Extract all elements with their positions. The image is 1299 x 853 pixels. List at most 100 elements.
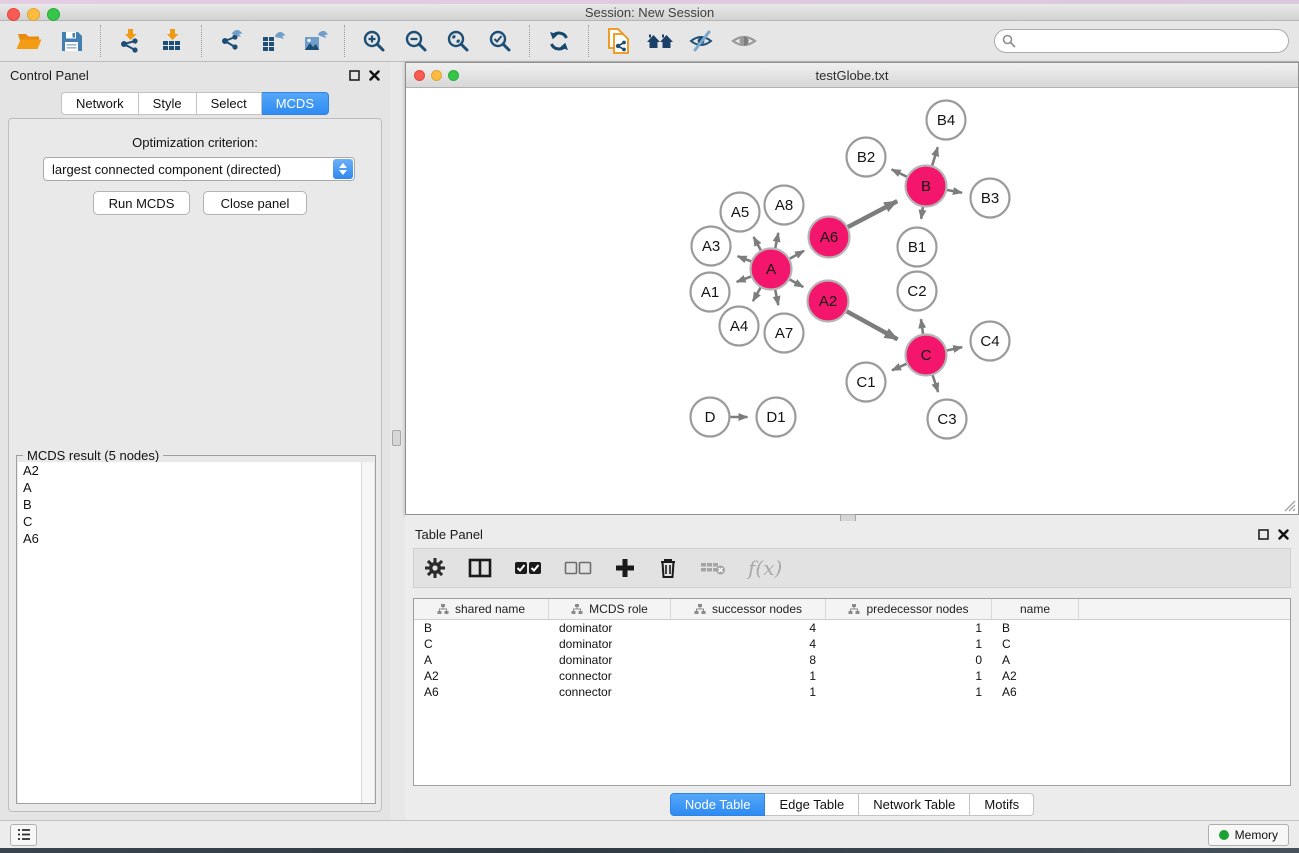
graph-edge-B-B4[interactable] bbox=[932, 147, 938, 167]
home-network-icon[interactable] bbox=[639, 24, 681, 58]
minimize-network-window-button[interactable] bbox=[431, 70, 442, 81]
result-item[interactable]: A bbox=[18, 479, 362, 496]
tab-select[interactable]: Select bbox=[197, 92, 262, 115]
table-row[interactable]: Bdominator41B bbox=[414, 620, 1290, 636]
graph-edge-B-B2[interactable] bbox=[892, 169, 909, 177]
graph-node-A3[interactable]: A3 bbox=[692, 227, 731, 266]
table-row[interactable]: A6connector11A6 bbox=[414, 684, 1290, 700]
graph-edge-C-C4[interactable] bbox=[945, 347, 962, 351]
close-network-window-button[interactable] bbox=[414, 70, 425, 81]
graph-edge-C-C3[interactable] bbox=[932, 374, 938, 392]
open-folder-icon[interactable] bbox=[8, 24, 50, 58]
column-header-successor-nodes[interactable]: successor nodes bbox=[671, 599, 826, 619]
graph-node-D[interactable]: D bbox=[691, 398, 730, 437]
graph-edge-A-A1[interactable] bbox=[737, 276, 753, 282]
result-item[interactable]: B bbox=[18, 496, 362, 513]
graph-edge-A-A6[interactable] bbox=[788, 251, 804, 260]
graph-node-D1[interactable]: D1 bbox=[757, 398, 796, 437]
graph-edge-A-A5[interactable] bbox=[754, 237, 762, 252]
result-item[interactable]: A6 bbox=[18, 530, 362, 547]
graph-node-B3[interactable]: B3 bbox=[971, 179, 1010, 218]
network-window-titlebar[interactable]: testGlobe.txt bbox=[406, 63, 1298, 88]
window-resize-grip[interactable] bbox=[1283, 499, 1296, 512]
vertical-split-handle[interactable] bbox=[392, 430, 401, 446]
tab-edge-table[interactable]: Edge Table bbox=[765, 793, 859, 816]
table-row[interactable]: Adominator80A bbox=[414, 652, 1290, 668]
run-mcds-button[interactable]: Run MCDS bbox=[93, 191, 190, 215]
column-header-predecessor-nodes[interactable]: predecessor nodes bbox=[826, 599, 992, 619]
graph-node-C1[interactable]: C1 bbox=[847, 363, 886, 402]
graph-edge-C-C2[interactable] bbox=[921, 319, 923, 335]
select-all-checkboxes-icon[interactable] bbox=[514, 561, 542, 575]
export-table-icon[interactable] bbox=[252, 24, 294, 58]
float-panel-icon[interactable] bbox=[349, 70, 360, 81]
result-item[interactable]: A2 bbox=[18, 462, 362, 479]
refresh-icon[interactable] bbox=[538, 24, 580, 58]
add-column-icon[interactable] bbox=[614, 557, 636, 579]
graph-node-A7[interactable]: A7 bbox=[765, 314, 804, 353]
graph-edge-A-A8[interactable] bbox=[775, 233, 778, 250]
criterion-select[interactable]: largest connected component (directed) bbox=[43, 157, 355, 181]
column-header-shared-name[interactable]: shared name bbox=[414, 599, 549, 619]
export-image-icon[interactable] bbox=[294, 24, 336, 58]
import-network-icon[interactable] bbox=[109, 24, 151, 58]
mcds-result-list[interactable]: A2ABCA6 bbox=[18, 462, 362, 803]
save-session-icon[interactable] bbox=[50, 24, 92, 58]
zoom-in-icon[interactable] bbox=[353, 24, 395, 58]
settings-gear-icon[interactable] bbox=[424, 557, 446, 579]
graph-node-B2[interactable]: B2 bbox=[847, 138, 886, 177]
graph-edge-C-C1[interactable] bbox=[892, 363, 908, 370]
close-panel-icon[interactable] bbox=[1278, 529, 1289, 540]
maximize-window-button[interactable] bbox=[47, 8, 60, 21]
graph-edge-A2-C[interactable] bbox=[845, 310, 897, 339]
graph-node-A8[interactable]: A8 bbox=[765, 186, 804, 225]
tab-motifs[interactable]: Motifs bbox=[970, 793, 1034, 816]
tab-node-table[interactable]: Node Table bbox=[670, 793, 766, 816]
column-header-name[interactable]: name bbox=[992, 599, 1079, 619]
column-view-icon[interactable] bbox=[468, 557, 492, 579]
result-list-scrollbar[interactable] bbox=[361, 462, 374, 803]
close-panel-button[interactable]: Close panel bbox=[203, 191, 307, 215]
graph-node-A1[interactable]: A1 bbox=[691, 273, 730, 312]
maximize-network-window-button[interactable] bbox=[448, 70, 459, 81]
graph-edge-A6-B[interactable] bbox=[846, 201, 897, 228]
hide-selected-icon[interactable] bbox=[681, 24, 723, 58]
zoom-out-icon[interactable] bbox=[395, 24, 437, 58]
table-row[interactable]: Cdominator41C bbox=[414, 636, 1290, 652]
table-row[interactable]: A2connector11A2 bbox=[414, 668, 1290, 684]
export-network-icon[interactable] bbox=[210, 24, 252, 58]
zoom-fit-icon[interactable] bbox=[437, 24, 479, 58]
close-panel-icon[interactable] bbox=[369, 70, 380, 81]
graph-node-B4[interactable]: B4 bbox=[927, 101, 966, 140]
tab-network[interactable]: Network bbox=[61, 92, 139, 115]
graph-edge-A-A7[interactable] bbox=[775, 288, 778, 305]
graph-node-C[interactable]: C bbox=[906, 335, 947, 376]
graph-node-A2[interactable]: A2 bbox=[808, 281, 849, 322]
close-window-button[interactable] bbox=[7, 8, 20, 21]
graph-node-A4[interactable]: A4 bbox=[720, 307, 759, 346]
minimize-window-button[interactable] bbox=[27, 8, 40, 21]
graph-node-A5[interactable]: A5 bbox=[721, 193, 760, 232]
graph-node-C2[interactable]: C2 bbox=[898, 272, 937, 311]
column-header-MCDS-role[interactable]: MCDS role bbox=[549, 599, 671, 619]
deselect-all-checkboxes-icon[interactable] bbox=[564, 561, 592, 575]
graph-edge-B-B3[interactable] bbox=[945, 190, 962, 193]
float-panel-icon[interactable] bbox=[1258, 529, 1269, 540]
graph-node-C3[interactable]: C3 bbox=[928, 400, 967, 439]
graph-node-B[interactable]: B bbox=[906, 166, 947, 207]
zoom-selected-icon[interactable] bbox=[479, 24, 521, 58]
import-table-icon[interactable] bbox=[151, 24, 193, 58]
tab-style[interactable]: Style bbox=[139, 92, 197, 115]
graph-node-C4[interactable]: C4 bbox=[971, 322, 1010, 361]
search-input[interactable] bbox=[994, 29, 1289, 53]
task-history-button[interactable] bbox=[10, 824, 37, 846]
network-canvas[interactable]: B4B2BB3A8A5A6A3B1AA1C2A2A4A7C4CC1C3DD1 bbox=[406, 88, 1298, 514]
graph-node-A6[interactable]: A6 bbox=[809, 217, 850, 258]
graph-edge-A-A2[interactable] bbox=[788, 279, 803, 288]
clone-network-icon[interactable] bbox=[597, 24, 639, 58]
tab-network-table[interactable]: Network Table bbox=[859, 793, 970, 816]
graph-edge-A-A3[interactable] bbox=[738, 256, 753, 262]
tab-mcds[interactable]: MCDS bbox=[262, 92, 329, 115]
graph-edge-A-A4[interactable] bbox=[753, 286, 762, 301]
show-all-icon[interactable] bbox=[723, 24, 765, 58]
